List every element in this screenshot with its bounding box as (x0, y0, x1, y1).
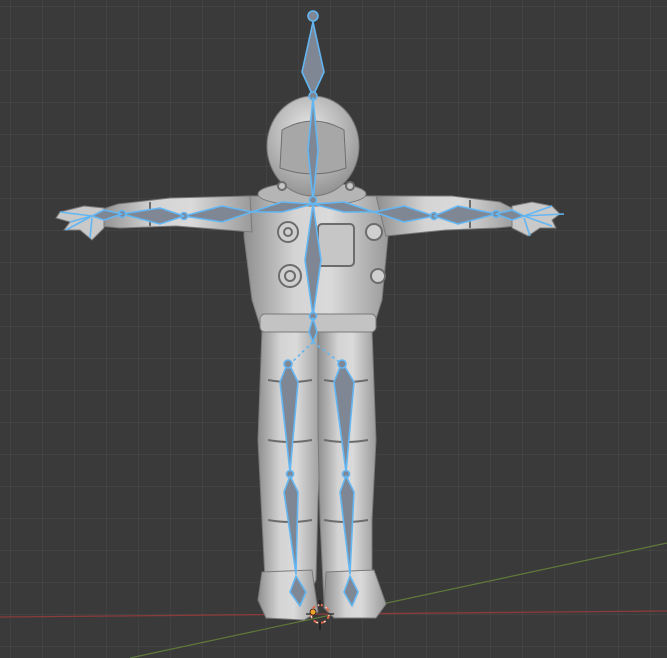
neck-stud-left (277, 181, 287, 191)
chest-valve-right (365, 223, 383, 241)
3d-viewport[interactable] (0, 0, 667, 658)
object-origin[interactable] (309, 608, 317, 616)
left-boot-mesh (257, 569, 319, 621)
chest-valve-left (277, 221, 299, 243)
neck-stud-right (345, 181, 355, 191)
right-hand-mesh (511, 201, 561, 237)
bone-head[interactable] (301, 21, 325, 97)
belt-mesh (259, 313, 377, 333)
chest-valve-lower (278, 264, 302, 288)
y-axis-line (129, 542, 667, 658)
viewport-canvas[interactable] (0, 0, 667, 658)
astronaut-mesh[interactable] (55, 95, 561, 621)
chest-valve-side (370, 268, 386, 284)
bone-thigh-left-head[interactable] (283, 359, 293, 369)
bone-thigh-right-head[interactable] (337, 359, 347, 369)
chest-pocket (317, 223, 355, 267)
bone-head-tip[interactable] (307, 10, 319, 22)
